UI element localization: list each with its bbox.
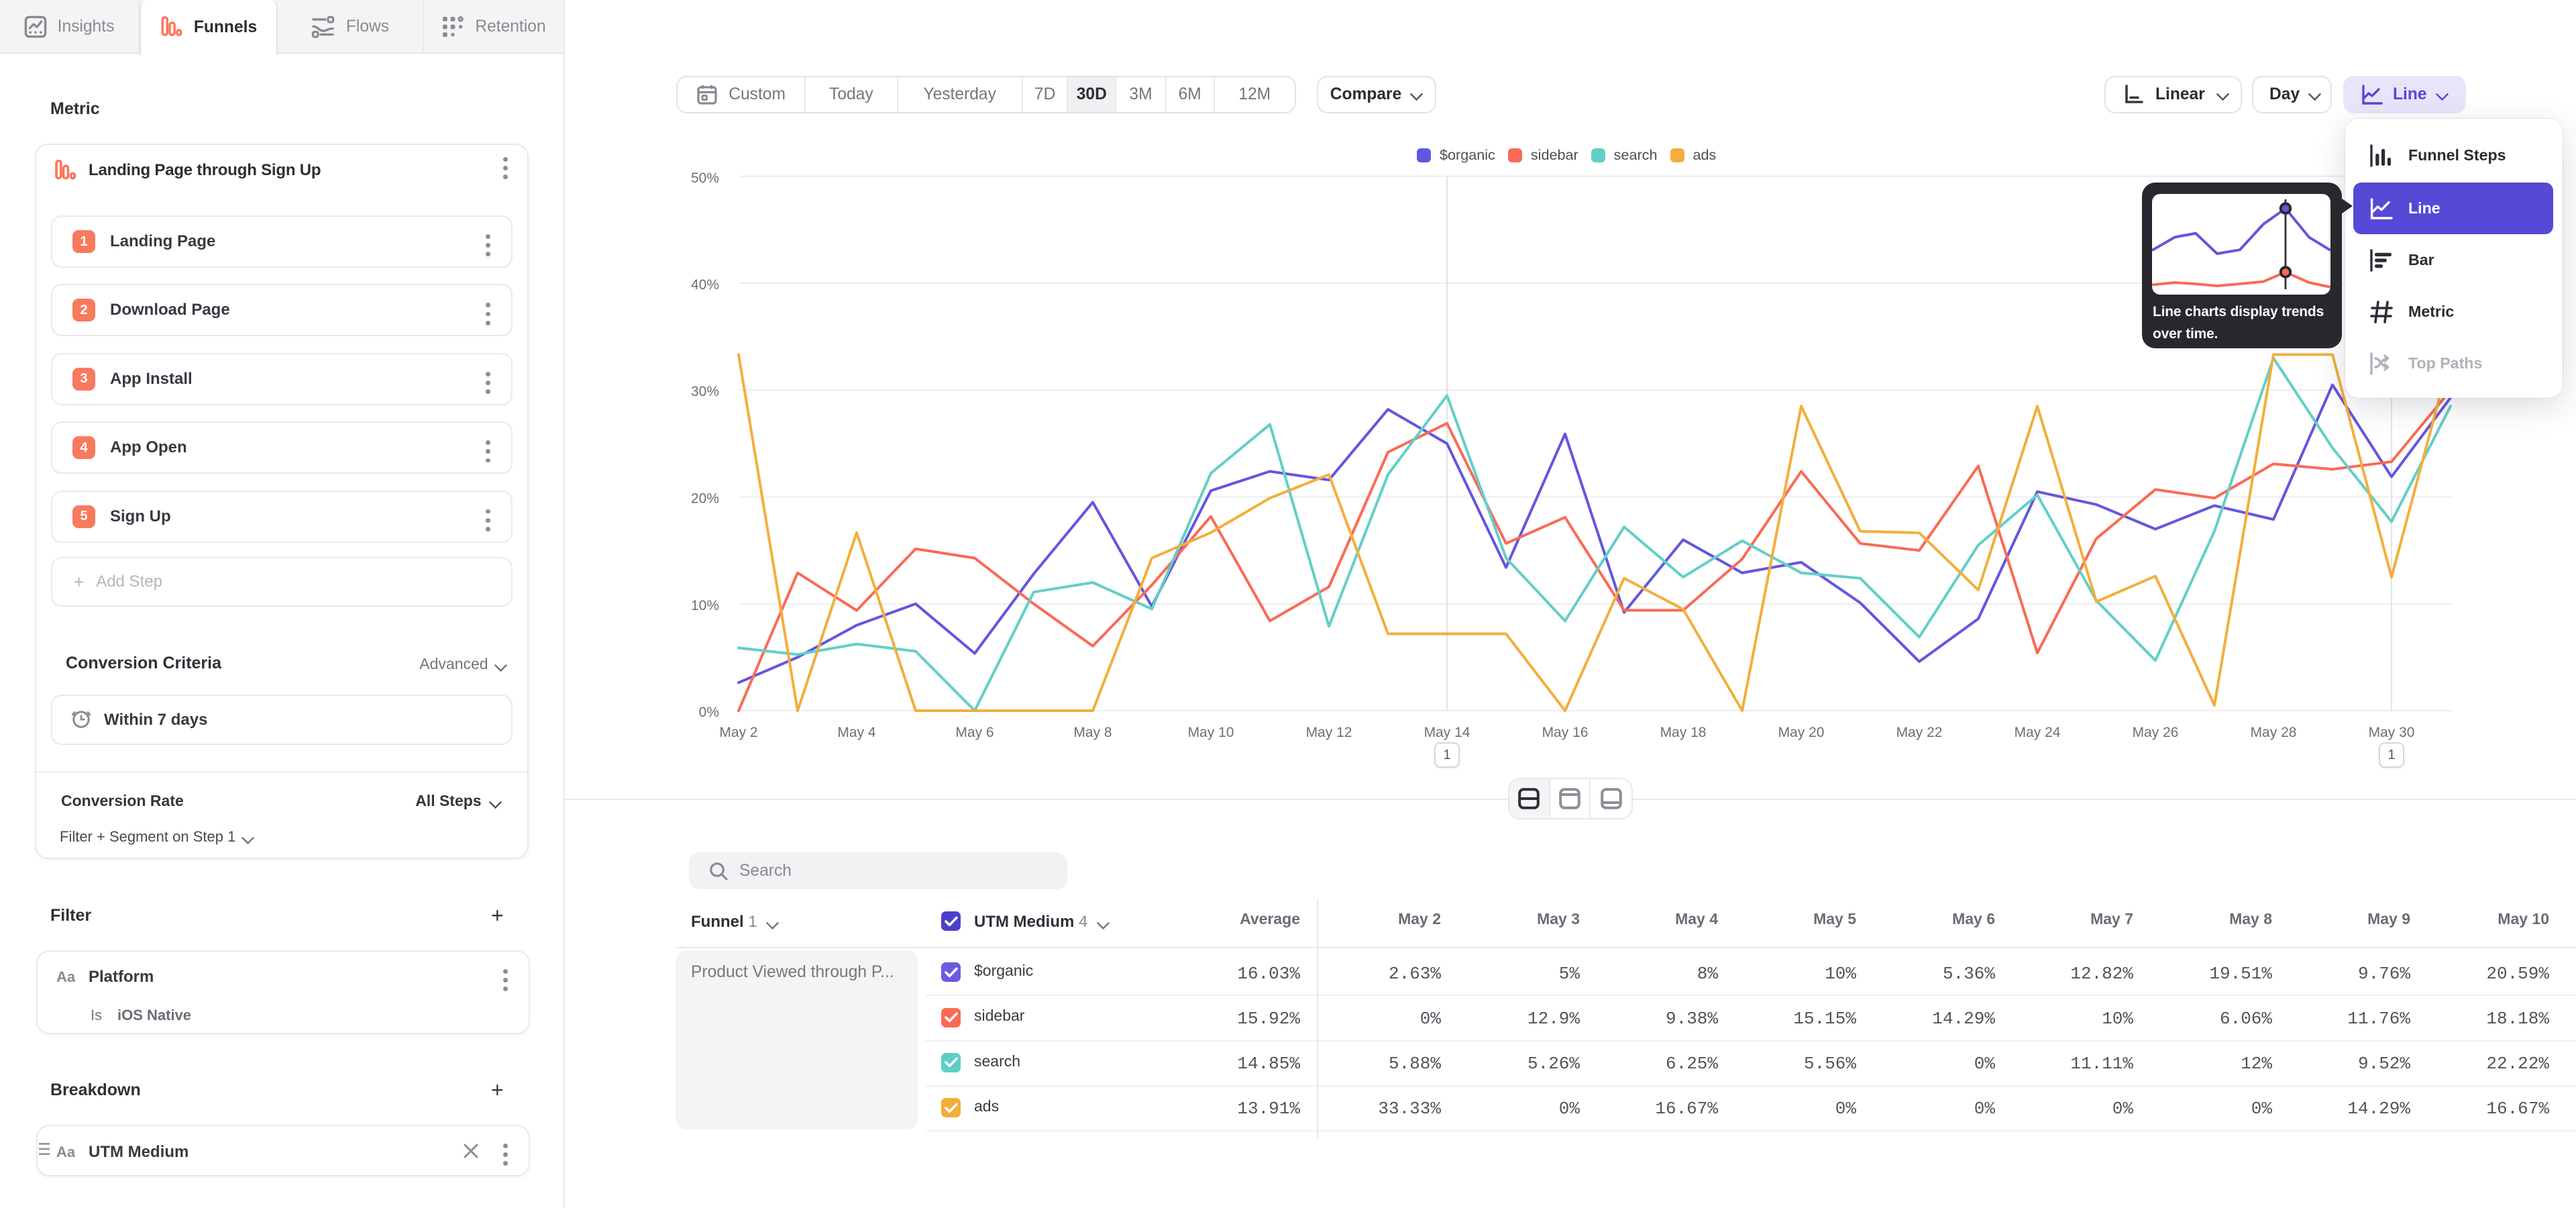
svg-text:30%: 30%: [691, 384, 719, 399]
svg-text:0%: 0%: [699, 705, 719, 720]
svg-text:20%: 20%: [691, 491, 719, 507]
svg-text:40%: 40%: [691, 277, 719, 293]
svg-text:10%: 10%: [691, 598, 719, 613]
svg-text:50%: 50%: [691, 170, 719, 186]
